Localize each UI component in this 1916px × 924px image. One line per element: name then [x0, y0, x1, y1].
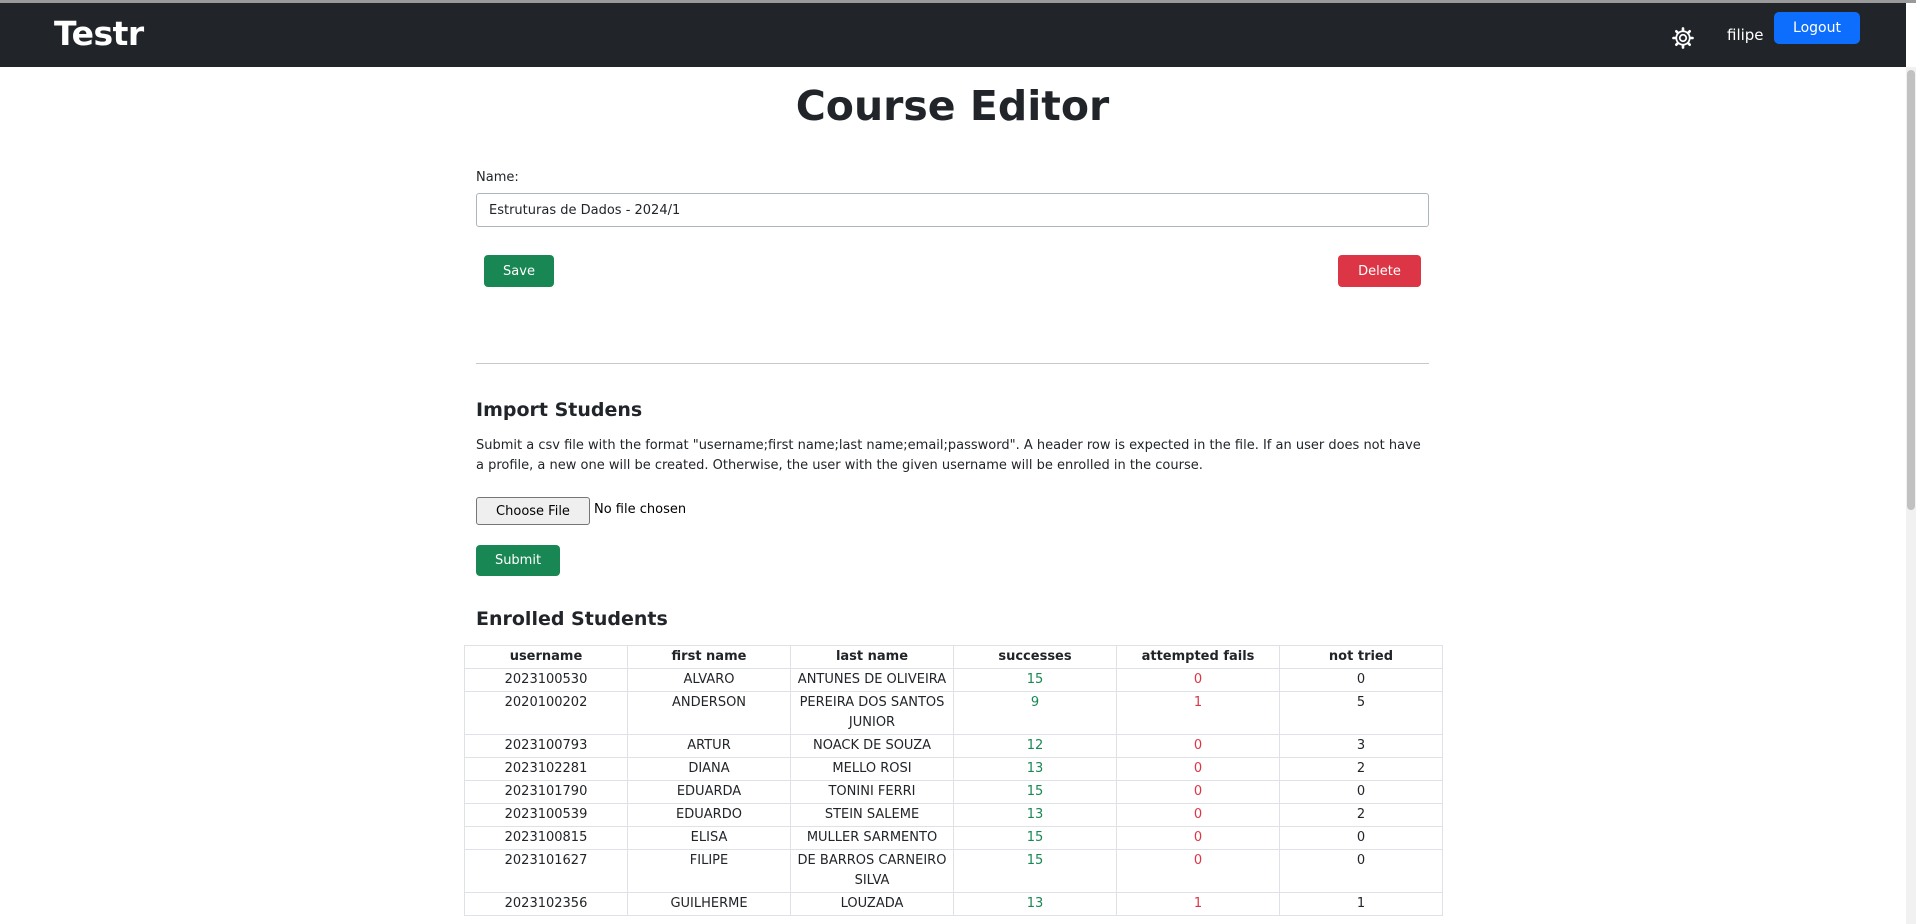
- nav-username[interactable]: filipe: [1727, 26, 1764, 44]
- column-header-successes: successes: [953, 645, 1117, 669]
- submit-button[interactable]: Submit: [476, 545, 560, 576]
- cell-attempted-fails: 0: [1116, 734, 1280, 758]
- cell-first-name: ELISA: [627, 826, 791, 850]
- scrollbar-thumb[interactable]: [1907, 70, 1915, 510]
- course-name-label: Name:: [476, 170, 519, 185]
- table-row: 2023100793 ARTUR NOACK DE SOUZA 12 0 3: [464, 734, 1443, 758]
- cell-first-name: GUILHERME: [627, 892, 791, 916]
- cell-attempted-fails: 1: [1116, 691, 1280, 735]
- cell-last-name: STEIN SALEME: [790, 803, 954, 827]
- table-row: 2023102281 DIANA MELLO ROSI 13 0 2: [464, 757, 1443, 781]
- table-row: 2023101790 EDUARDA TONINI FERRI 15 0 0: [464, 780, 1443, 804]
- cell-first-name: EDUARDA: [627, 780, 791, 804]
- cell-attempted-fails: 0: [1116, 803, 1280, 827]
- cell-first-name: EDUARDO: [627, 803, 791, 827]
- column-header-attempted-fails: attempted fails: [1116, 645, 1280, 669]
- cell-not-tried: 2: [1279, 803, 1443, 827]
- cell-successes: 15: [953, 780, 1117, 804]
- cell-first-name: ALVARO: [627, 668, 791, 692]
- choose-file-button[interactable]: Choose File: [476, 497, 590, 525]
- cell-last-name: MULLER SARMENTO: [790, 826, 954, 850]
- cell-attempted-fails: 0: [1116, 849, 1280, 893]
- table-row: 2023100539 EDUARDO STEIN SALEME 13 0 2: [464, 803, 1443, 827]
- cell-successes: 15: [953, 826, 1117, 850]
- cell-last-name: ANTUNES DE OLIVEIRA: [790, 668, 954, 692]
- cell-not-tried: 5: [1279, 691, 1443, 735]
- save-button[interactable]: Save: [484, 255, 554, 287]
- cell-not-tried: 3: [1279, 734, 1443, 758]
- cell-not-tried: 0: [1279, 668, 1443, 692]
- cell-username: 2023101790: [464, 780, 628, 804]
- column-header-first-name: first name: [627, 645, 791, 669]
- cell-not-tried: 0: [1279, 826, 1443, 850]
- cell-successes: 13: [953, 892, 1117, 916]
- cell-last-name: NOACK DE SOUZA: [790, 734, 954, 758]
- page-title: Course Editor: [795, 82, 1110, 130]
- cell-first-name: DIANA: [627, 757, 791, 781]
- section-divider: [476, 363, 1429, 364]
- cell-first-name: ARTUR: [627, 734, 791, 758]
- cell-not-tried: 0: [1279, 780, 1443, 804]
- cell-username: 2023100793: [464, 734, 628, 758]
- cell-username: 2023100530: [464, 668, 628, 692]
- cell-username: 2023100815: [464, 826, 628, 850]
- cell-last-name: LOUZADA: [790, 892, 954, 916]
- cell-successes: 13: [953, 757, 1117, 781]
- cell-successes: 15: [953, 849, 1117, 893]
- cell-attempted-fails: 0: [1116, 826, 1280, 850]
- cell-attempted-fails: 0: [1116, 668, 1280, 692]
- logout-button[interactable]: Logout: [1774, 12, 1860, 44]
- cell-username: 2020100202: [464, 691, 628, 735]
- table-row: 2023100530 ALVARO ANTUNES DE OLIVEIRA 15…: [464, 668, 1443, 692]
- cell-last-name: TONINI FERRI: [790, 780, 954, 804]
- brand-logo[interactable]: Testr: [54, 14, 144, 53]
- cell-last-name: MELLO ROSI: [790, 757, 954, 781]
- import-students-heading: Import Studens: [476, 399, 643, 421]
- column-header-not-tried: not tried: [1279, 645, 1443, 669]
- cell-attempted-fails: 0: [1116, 780, 1280, 804]
- cell-successes: 12: [953, 734, 1117, 758]
- cell-attempted-fails: 0: [1116, 757, 1280, 781]
- cell-successes: 15: [953, 668, 1117, 692]
- cell-first-name: ANDERSON: [627, 691, 791, 735]
- table-header-row: username first name last name successes …: [464, 645, 1443, 669]
- cell-not-tried: 1: [1279, 892, 1443, 916]
- column-header-last-name: last name: [790, 645, 954, 669]
- cell-username: 2023102281: [464, 757, 628, 781]
- enrolled-students-table: username first name last name successes …: [464, 645, 1443, 916]
- table-row: 2020100202 ANDERSON PEREIRA DOS SANTOS J…: [464, 691, 1443, 735]
- cell-not-tried: 2: [1279, 757, 1443, 781]
- table-row: 2023101627 FILIPE DE BARROS CARNEIRO SIL…: [464, 849, 1443, 893]
- cell-not-tried: 0: [1279, 849, 1443, 893]
- enrolled-students-heading: Enrolled Students: [476, 608, 668, 630]
- cell-successes: 9: [953, 691, 1117, 735]
- file-status-text: No file chosen: [594, 502, 687, 517]
- cell-last-name: DE BARROS CARNEIRO SILVA: [790, 849, 954, 893]
- cell-attempted-fails: 1: [1116, 892, 1280, 916]
- cell-username: 2023100539: [464, 803, 628, 827]
- cell-first-name: FILIPE: [627, 849, 791, 893]
- table-row: 2023102356 GUILHERME LOUZADA 13 1 1: [464, 892, 1443, 916]
- top-navbar: Testr filipe Logout: [0, 3, 1906, 67]
- cell-last-name: PEREIRA DOS SANTOS JUNIOR: [790, 691, 954, 735]
- course-name-input[interactable]: [476, 193, 1429, 227]
- delete-button[interactable]: Delete: [1338, 255, 1421, 287]
- cell-successes: 13: [953, 803, 1117, 827]
- table-row: 2023100815 ELISA MULLER SARMENTO 15 0 0: [464, 826, 1443, 850]
- cell-username: 2023101627: [464, 849, 628, 893]
- gear-icon[interactable]: [1670, 25, 1696, 51]
- import-description: Submit a csv file with the format "usern…: [476, 438, 1421, 473]
- column-header-username: username: [464, 645, 628, 669]
- cell-username: 2023102356: [464, 892, 628, 916]
